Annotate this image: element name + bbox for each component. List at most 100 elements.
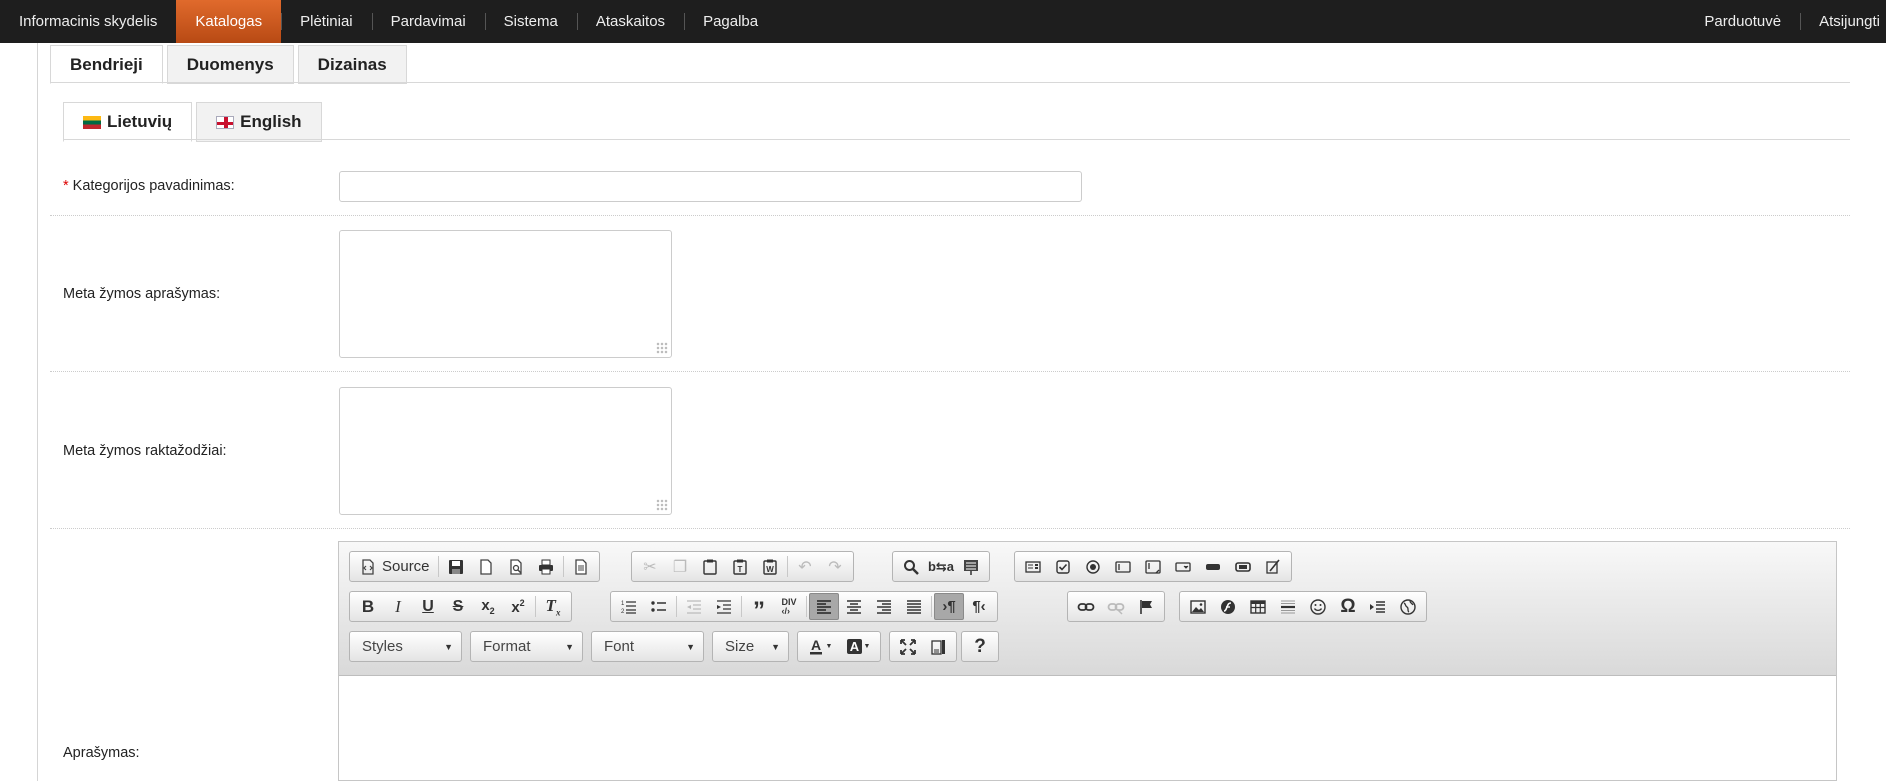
save-icon	[448, 559, 463, 574]
button-field-button[interactable]	[1198, 553, 1228, 580]
radio-button[interactable]	[1078, 553, 1108, 580]
nav-item-system[interactable]: Sistema	[484, 0, 577, 43]
tab-language-english[interactable]: English	[196, 102, 322, 142]
tab-general[interactable]: Bendrieji	[50, 45, 163, 84]
underline-button[interactable]: U	[413, 593, 443, 620]
cut-button[interactable]: ✂	[635, 553, 665, 580]
align-left-icon	[817, 599, 831, 614]
link-button[interactable]	[1071, 593, 1101, 620]
align-left-button[interactable]	[809, 593, 839, 620]
dropdown-arrow-icon: ▼	[444, 641, 453, 652]
undo-button[interactable]: ↶	[790, 553, 820, 580]
nav-item-store[interactable]: Parduotuvė	[1685, 0, 1800, 43]
meta-description-textarea[interactable]	[339, 230, 672, 358]
image-button-field-button[interactable]	[1228, 553, 1258, 580]
tab-language-lithuanian[interactable]: Lietuvių	[63, 102, 193, 142]
outdent-icon	[687, 599, 701, 614]
checkbox-button[interactable]	[1048, 553, 1078, 580]
flash-button[interactable]	[1213, 593, 1243, 620]
new-page-button[interactable]	[471, 553, 501, 580]
align-right-button[interactable]	[869, 593, 899, 620]
tab-data[interactable]: Duomenys	[166, 45, 294, 84]
separator	[741, 596, 742, 617]
about-group: ?	[961, 631, 999, 662]
svg-text:A: A	[810, 638, 820, 653]
meta-description-label: Meta žymos aprašymas:	[63, 286, 221, 302]
superscript-button[interactable]: x2	[503, 593, 533, 620]
cut-icon: ✂	[643, 558, 657, 576]
select-field-button[interactable]	[1168, 553, 1198, 580]
svg-text:A: A	[849, 639, 859, 654]
unlink-button[interactable]	[1101, 593, 1131, 620]
nav-item-reports[interactable]: Ataskaitos	[576, 0, 684, 43]
textfield-button[interactable]	[1108, 553, 1138, 580]
paste-icon	[703, 559, 717, 575]
source-button[interactable]: Source	[353, 553, 436, 580]
show-blocks-button[interactable]	[923, 633, 953, 660]
redo-button[interactable]: ↷	[820, 553, 850, 580]
paste-word-button[interactable]: W	[755, 553, 785, 580]
replace-button[interactable]: b⇆a	[926, 553, 956, 580]
meta-keywords-textarea[interactable]	[339, 387, 672, 515]
image-button[interactable]	[1183, 593, 1213, 620]
templates-button[interactable]	[566, 553, 596, 580]
background-color-button[interactable]: A ▼	[839, 633, 877, 660]
blockquote-button[interactable]: ”	[744, 593, 774, 624]
separator	[806, 596, 807, 617]
category-name-input[interactable]	[339, 171, 1082, 202]
styles-combo[interactable]: Styles ▼	[349, 631, 462, 662]
editor-content-area[interactable]	[339, 676, 1836, 780]
size-combo[interactable]: Size ▼	[712, 631, 789, 662]
outdent-button[interactable]	[679, 593, 709, 620]
font-combo[interactable]: Font ▼	[591, 631, 704, 662]
resize-handle-icon[interactable]	[656, 499, 668, 511]
page-break-button[interactable]	[1363, 593, 1393, 620]
nav-item-sales[interactable]: Pardavimai	[371, 0, 485, 43]
select-all-button[interactable]	[956, 553, 986, 580]
nav-item-logout[interactable]: Atsijungti	[1800, 0, 1886, 43]
horizontal-rule-button[interactable]	[1273, 593, 1303, 620]
italic-button[interactable]: I	[383, 593, 413, 620]
save-button[interactable]	[441, 553, 471, 580]
text-direction-ltr-button[interactable]: ›¶	[934, 593, 964, 620]
print-button[interactable]	[531, 553, 561, 580]
bold-button[interactable]: B	[353, 593, 383, 620]
text-color-button[interactable]: A ▼	[801, 633, 839, 660]
align-center-button[interactable]	[839, 593, 869, 620]
create-div-button[interactable]: DIV ‹/›	[774, 593, 804, 620]
iframe-button[interactable]	[1393, 593, 1423, 620]
indent-button[interactable]	[709, 593, 739, 620]
format-combo[interactable]: Format ▼	[470, 631, 583, 662]
select-all-icon	[964, 559, 978, 575]
copy-button[interactable]: ❐	[665, 553, 695, 580]
nav-item-catalog[interactable]: Katalogas	[176, 0, 282, 43]
justify-button[interactable]	[899, 593, 929, 620]
separator	[787, 556, 788, 577]
smiley-button[interactable]	[1303, 593, 1333, 620]
anchor-button[interactable]	[1131, 593, 1161, 620]
nav-item-extensions[interactable]: Plėtiniai	[281, 0, 372, 43]
form-button[interactable]	[1018, 553, 1048, 580]
strike-button[interactable]: S	[443, 593, 473, 620]
bulleted-list-button[interactable]	[644, 593, 674, 620]
hidden-field-button[interactable]	[1258, 553, 1288, 580]
about-button[interactable]: ?	[965, 633, 995, 660]
table-button[interactable]	[1243, 593, 1273, 620]
tab-design[interactable]: Dizainas	[297, 45, 407, 84]
numbered-list-button[interactable]: 12	[614, 593, 644, 620]
paste-text-button[interactable]: T	[725, 553, 755, 580]
textarea-button[interactable]	[1138, 553, 1168, 580]
resize-handle-icon[interactable]	[656, 342, 668, 354]
styles-combo-label: Styles	[362, 638, 403, 655]
text-direction-rtl-button[interactable]: ¶‹	[964, 593, 994, 620]
find-button[interactable]	[896, 553, 926, 580]
paste-button[interactable]	[695, 553, 725, 580]
nav-item-dashboard[interactable]: Informacinis skydelis	[0, 0, 176, 43]
preview-button[interactable]	[501, 553, 531, 580]
svg-text:1: 1	[621, 601, 625, 607]
maximize-button[interactable]	[893, 633, 923, 660]
subscript-button[interactable]: x2	[473, 593, 503, 620]
nav-item-help[interactable]: Pagalba	[684, 0, 777, 43]
special-char-button[interactable]: Ω	[1333, 593, 1363, 620]
remove-format-button[interactable]: Tx	[538, 593, 568, 620]
